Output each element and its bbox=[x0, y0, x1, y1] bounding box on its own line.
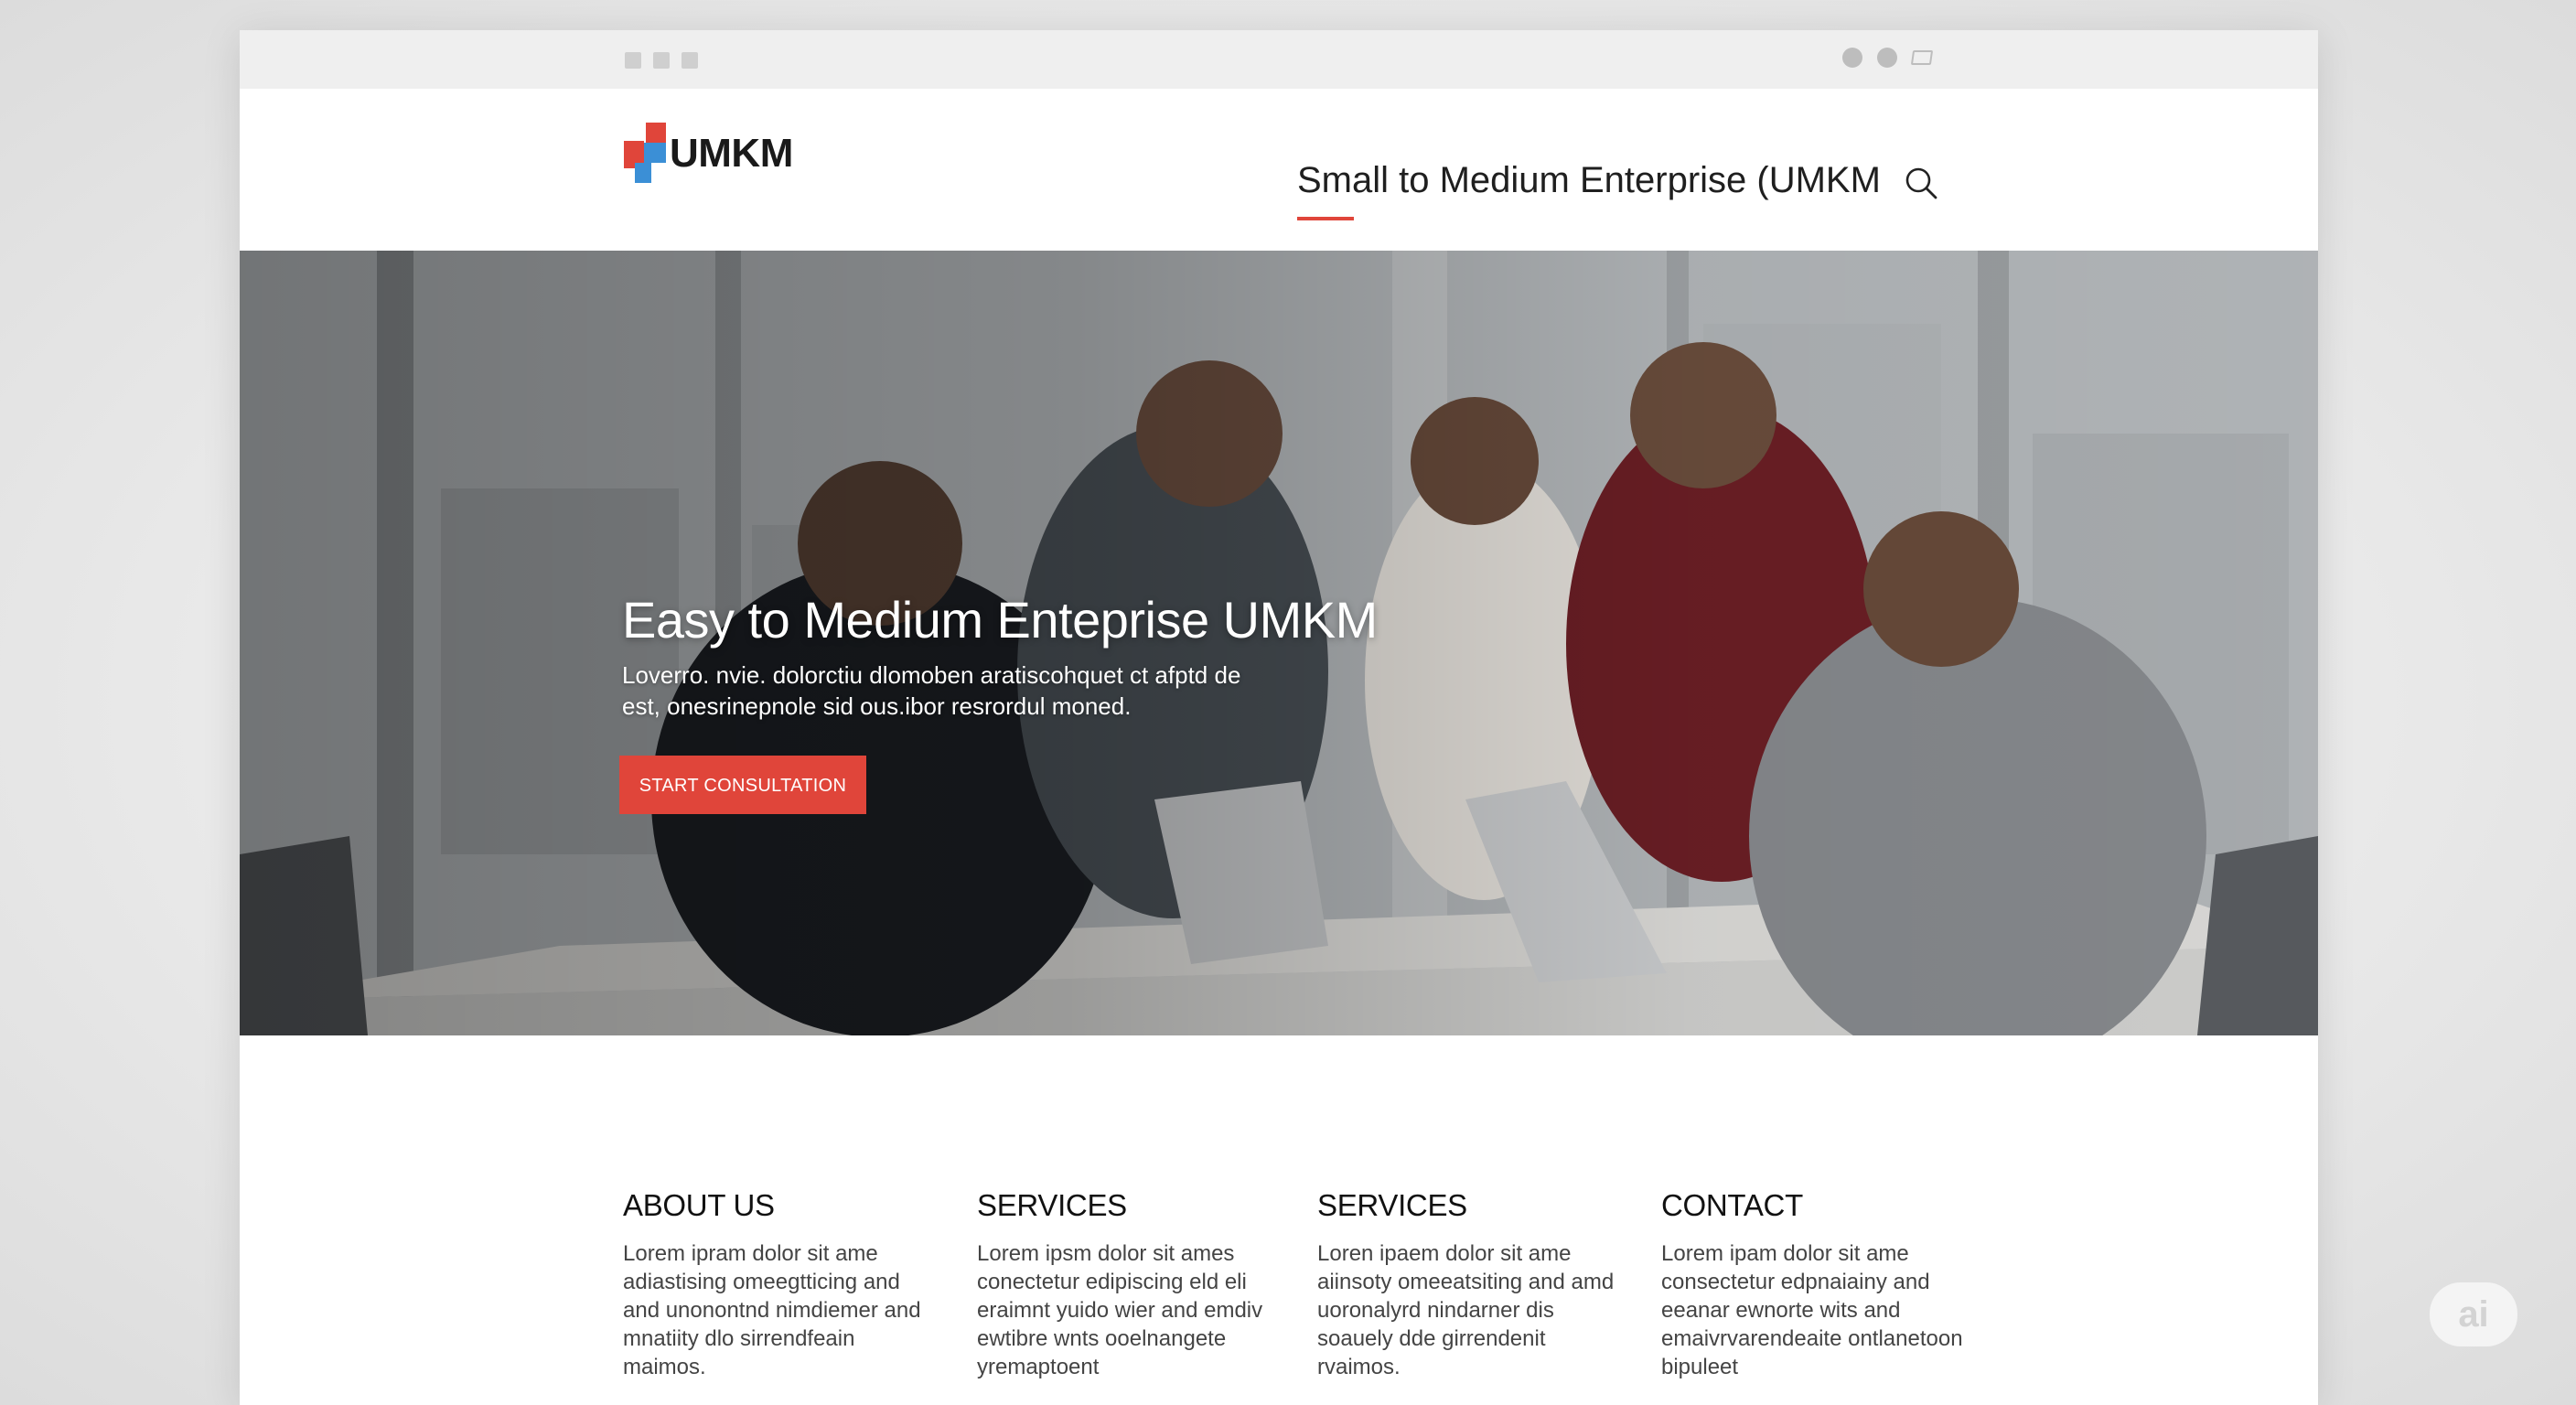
column-heading[interactable]: ABOUT US bbox=[623, 1188, 934, 1223]
column-about-us: ABOUT US Lorem ipram dolor sit ame adias… bbox=[623, 1188, 934, 1381]
minimize-icon[interactable] bbox=[1842, 48, 1862, 68]
window-controls bbox=[1842, 48, 1934, 68]
tab-indicator[interactable] bbox=[653, 52, 670, 69]
column-heading[interactable]: SERVICES bbox=[1317, 1188, 1628, 1223]
column-services: SERVICES Lorem ipsm dolor sit ames conec… bbox=[977, 1188, 1288, 1381]
start-consultation-button[interactable]: START CONSULTATION bbox=[619, 756, 866, 814]
column-body: Lorem ipram dolor sit ame adiastising om… bbox=[623, 1241, 921, 1379]
column-body: Lorem ipsm dolor sit ames conectetur edi… bbox=[977, 1241, 1263, 1379]
logo-mark-icon bbox=[624, 123, 670, 185]
logo-text: UMKM bbox=[670, 131, 793, 176]
column-body: Loren ipaem dolor sit ame aiinsoty omeea… bbox=[1317, 1241, 1615, 1379]
browser-chrome-bar bbox=[240, 30, 2318, 90]
info-columns: ABOUT US Lorem ipram dolor sit ame adias… bbox=[240, 1035, 2318, 1405]
column-contact: CONTACT Lorem ipam dolor sit ame consect… bbox=[1661, 1188, 1972, 1381]
search-icon[interactable] bbox=[1903, 165, 1939, 201]
column-heading[interactable]: SERVICES bbox=[977, 1188, 1288, 1223]
column-body: Lorem ipam dolor sit ame consectetur edp… bbox=[1661, 1241, 1963, 1379]
share-icon[interactable] bbox=[1910, 50, 1934, 65]
ai-badge: ai bbox=[2430, 1282, 2517, 1346]
maximize-icon[interactable] bbox=[1877, 48, 1897, 68]
tab-indicators bbox=[625, 52, 698, 69]
nav-active-underline bbox=[1297, 217, 1354, 220]
column-heading[interactable]: CONTACT bbox=[1661, 1188, 1972, 1223]
tab-indicator[interactable] bbox=[625, 52, 641, 69]
hero-title: Easy to Medium Enteprise UMKM bbox=[622, 590, 1378, 649]
column-services-2: SERVICES Loren ipaem dolor sit ame aiins… bbox=[1317, 1188, 1628, 1381]
nav-item-umkm[interactable]: Small to Medium Enterprise (UMKM bbox=[1297, 160, 1881, 201]
hero-subtitle: Loverro. nvie. dolorctiu dlomoben aratis… bbox=[622, 661, 1241, 720]
site-header: UMKM Small to Medium Enterprise (UMKM bbox=[240, 89, 2318, 251]
tab-indicator[interactable] bbox=[682, 52, 698, 69]
hero-section: Easy to Medium Enteprise UMKM Loverro. n… bbox=[240, 251, 2318, 1035]
browser-window: UMKM Small to Medium Enterprise (UMKM Ea… bbox=[240, 30, 2318, 1405]
logo[interactable]: UMKM bbox=[624, 123, 793, 185]
